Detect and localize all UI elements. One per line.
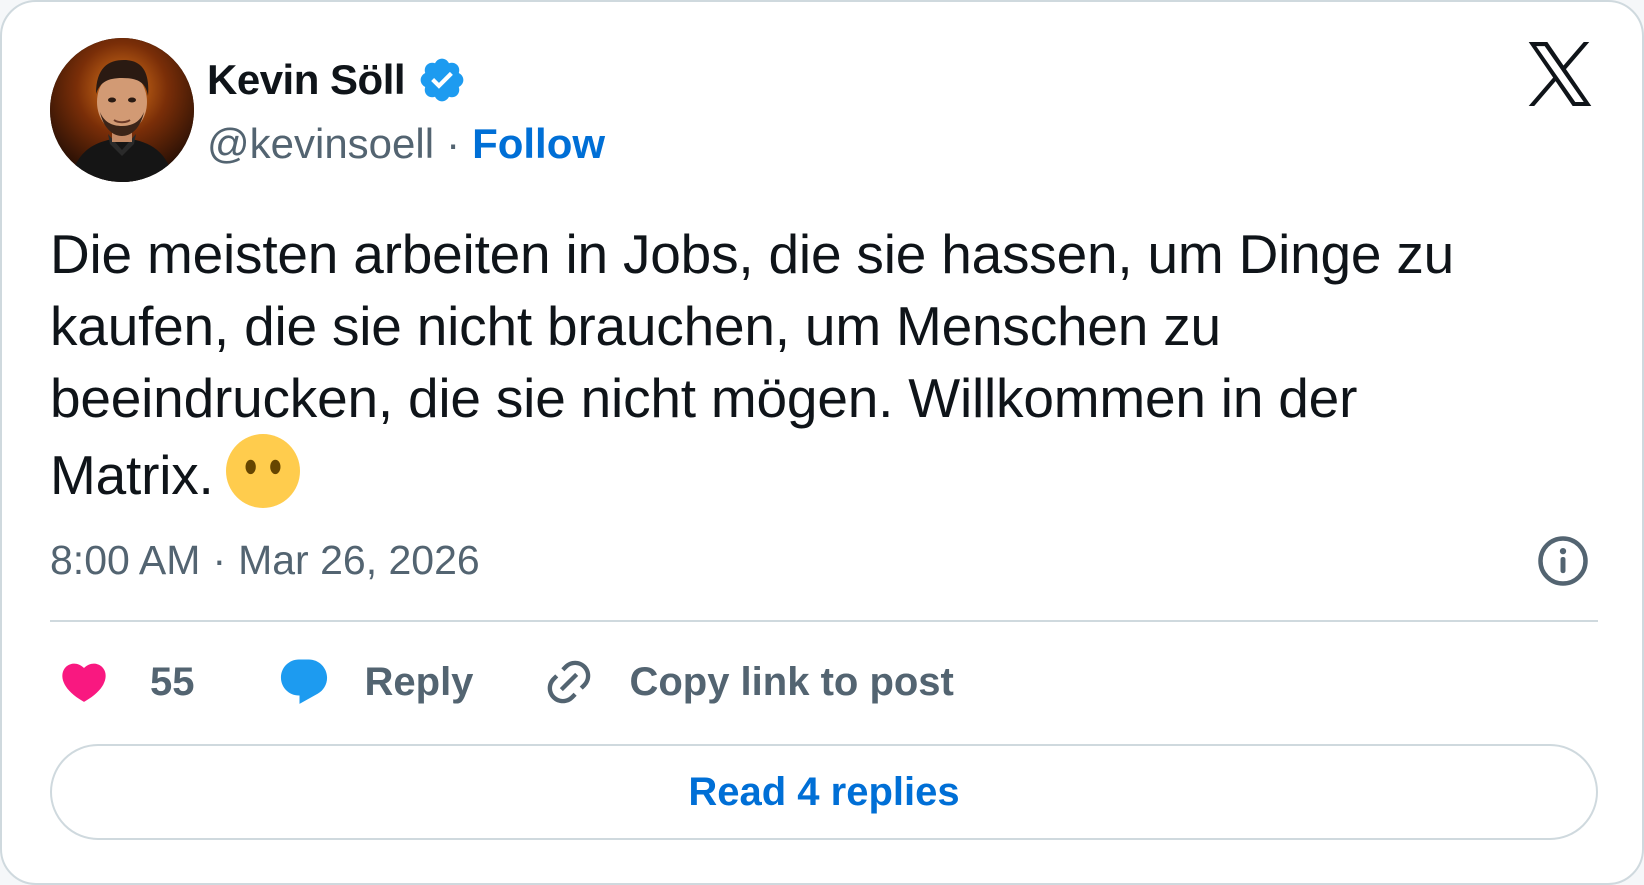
tweet-text: Die meisten arbeiten in Jobs, die sie ha… xyxy=(50,218,1600,511)
link-icon xyxy=(548,660,591,704)
author-name-row: Kevin Söll xyxy=(207,52,467,108)
tweet-date: Mar 26, 2026 xyxy=(238,536,480,583)
author-name[interactable]: Kevin Söll xyxy=(207,56,406,104)
avatar[interactable] xyxy=(50,38,194,182)
face-without-mouth-icon xyxy=(225,434,300,508)
time-separator: · xyxy=(212,536,227,583)
handle-separator: · xyxy=(446,120,461,167)
copy-link-label: Copy link to post xyxy=(629,659,954,704)
reply-label: Reply xyxy=(364,659,474,704)
like-count: 55 xyxy=(150,659,195,704)
like-button[interactable]: 55 xyxy=(58,656,195,708)
copy-link-button[interactable]: Copy link to post xyxy=(543,656,954,708)
action-bar: 55 Reply Copy link to post xyxy=(58,652,954,712)
reply-button[interactable]: Reply xyxy=(277,655,474,709)
verified-badge-icon xyxy=(417,55,467,105)
tweet-embed-card: Kevin Söll @kevinsoell · Follow Die meis… xyxy=(0,0,1644,885)
heart-icon xyxy=(62,663,106,702)
divider xyxy=(50,620,1598,622)
author-handle[interactable]: @kevinsoell xyxy=(207,120,434,168)
read-replies-label: Read 4 replies xyxy=(688,769,960,814)
speech-bubble-icon xyxy=(280,659,327,704)
author-handle-row: @kevinsoell · Follow xyxy=(207,118,605,170)
avatar-image xyxy=(50,38,194,182)
info-icon[interactable] xyxy=(1536,534,1590,588)
follow-button[interactable]: Follow xyxy=(472,120,605,168)
x-logo-icon[interactable] xyxy=(1526,42,1594,106)
tweet-time: 8:00 AM xyxy=(50,536,201,583)
timestamp-row[interactable]: 8:00 AM · Mar 26, 2026 xyxy=(50,532,480,588)
read-replies-button[interactable]: Read 4 replies xyxy=(50,744,1598,840)
